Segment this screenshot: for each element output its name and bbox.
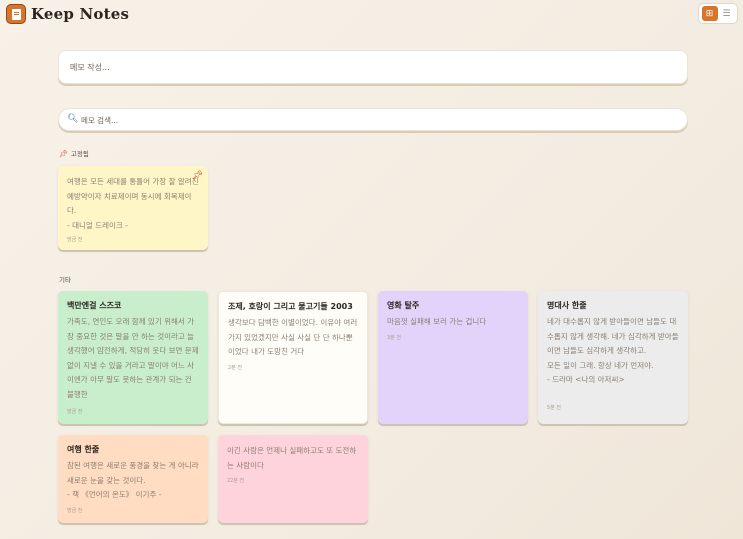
pinned-section-label: 📌︎ 고정됨: [59, 150, 89, 158]
note-time: 방금 전: [67, 508, 83, 514]
search-bar[interactable]: 🔍︎ 메모 검색...: [58, 108, 688, 131]
note-content: 여행은 모든 세대를 통틀어 가장 잘 알려진 예방약이자 치료제이며 동시에 …: [67, 177, 199, 230]
note-card[interactable]: 조제, 호랑이 그리고 물고기들 2003 생각보다 담백한 이별이었다. 이유…: [218, 291, 368, 424]
app-header: Keep Notes ⊞ ☰: [0, 0, 743, 30]
memo-input[interactable]: 메모 작성...: [58, 50, 688, 84]
memo-input-placeholder: 메모 작성...: [70, 63, 110, 72]
note-content: 이긴 사람은 언제나 실패하고도 또 도전하는 사람이다: [227, 446, 357, 470]
note-time: 5분 전: [547, 405, 561, 411]
others-section-label: 기타: [59, 276, 71, 284]
note-title: 명대사 한줄: [547, 301, 587, 310]
note-card[interactable]: 백만엔걸 스즈코 가족도, 연인도 오래 함께 있기 위해서 가장 중요한 것은…: [58, 291, 208, 424]
note-card[interactable]: 이긴 사람은 언제나 실패하고도 또 도전하는 사람이다 22분 전: [218, 435, 368, 523]
search-input[interactable]: 메모 검색...: [81, 115, 118, 126]
note-time: 3분 전: [387, 335, 401, 341]
note-title: 여행 한줄: [67, 445, 100, 454]
note-content: 가족도, 연인도 오래 함께 있기 위해서 가장 중요한 것은 말을 안 하는 …: [67, 317, 199, 399]
list-icon[interactable]: ☰: [719, 6, 735, 21]
grid-icon[interactable]: ⊞: [701, 6, 718, 21]
pin-icon[interactable]: 📌︎: [192, 171, 203, 181]
note-time: 방금 전: [67, 409, 83, 415]
note-time: 22분 전: [227, 478, 245, 484]
note-title: 조제, 호랑이 그리고 물고기들 2003: [228, 302, 353, 311]
note-card[interactable]: 여행 한줄 참된 여행은 새로운 풍경을 찾는 게 아니라 새로운 눈을 갖는 …: [58, 435, 208, 523]
app-logo-icon: [6, 4, 26, 24]
pin-icon: 📌︎: [59, 150, 68, 158]
note-content: 참된 여행은 새로운 풍경을 찾는 게 아니라 새로운 눈을 갖는 것이다. -…: [67, 461, 199, 499]
note-title: 영화 탈주: [387, 301, 420, 310]
note-content: 마음껏 실패해 보러 가는 겁니다: [387, 317, 487, 326]
note-card[interactable]: 명대사 한줄 네가 대수롭지 않게 받아들이면 남들도 대수롭지 않게 생각해.…: [538, 291, 688, 424]
note-card[interactable]: 영화 탈주 마음껏 실패해 보러 가는 겁니다 3분 전: [378, 291, 528, 424]
note-time: 방금 전: [67, 237, 83, 243]
note-title: 백만엔걸 스즈코: [67, 301, 122, 310]
note-time: 2분 전: [228, 365, 242, 371]
search-icon: 🔍︎: [67, 114, 79, 124]
note-card[interactable]: 📌︎ 여행은 모든 세대를 통틀어 가장 잘 알려진 예방약이자 치료제이며 동…: [58, 166, 208, 250]
note-content: 네가 대수롭지 않게 받아들이면 남들도 대수롭지 않게 생각해. 네가 심각하…: [547, 317, 679, 384]
view-toggle: ⊞ ☰: [698, 3, 738, 24]
note-content: 생각보다 담백한 이별이었다. 이유야 여러 가지 있었겠지만 사실 사실 단 …: [228, 318, 360, 356]
app-title: Keep Notes: [31, 5, 130, 23]
